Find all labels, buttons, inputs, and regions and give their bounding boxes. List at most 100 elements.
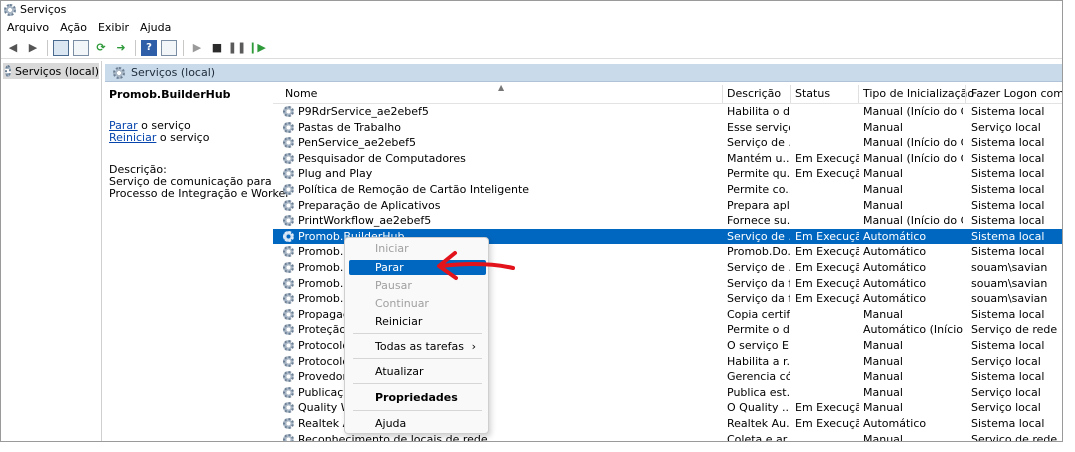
- column-header-status[interactable]: Status: [795, 87, 830, 100]
- service-startup-type-cell: Manual (Início do Ga...: [863, 214, 963, 228]
- submenu-chevron-icon: ›: [471, 340, 476, 353]
- service-gear-icon: [283, 246, 294, 258]
- table-row[interactable]: Política de Remoção de Cartão Inteligent…: [273, 182, 1062, 198]
- menu-item-all-tasks[interactable]: Todas as tarefas ›: [349, 339, 486, 354]
- service-gear-icon: [283, 215, 294, 227]
- back-arrow-icon[interactable]: ◀: [5, 40, 21, 56]
- pause-service-icon[interactable]: ❚❚: [228, 40, 246, 56]
- extended-detail-panel: Promob.BuilderHub Parar o serviço Reinic…: [105, 83, 290, 441]
- service-log-on-as-cell: Serviço de rede: [971, 432, 1058, 442]
- service-startup-type-cell: Manual: [863, 183, 903, 196]
- service-description-cell: Prepara apli...: [727, 198, 790, 212]
- forward-arrow-icon[interactable]: ▶: [25, 40, 41, 56]
- menu-item-restart[interactable]: Reiniciar: [349, 314, 486, 329]
- column-header-description[interactable]: Descrição: [727, 87, 781, 100]
- table-row[interactable]: Pesquisador de Computadores Mantém u... Em…: [273, 151, 1062, 167]
- show-hide-tree-icon[interactable]: [53, 39, 69, 56]
- list-header: ▲ Nome Descrição Status Tipo de Iniciali…: [273, 83, 1062, 104]
- column-divider[interactable]: [790, 85, 791, 103]
- table-row[interactable]: PrintWorkflow_ae2ebef5 Fornece su... Manua…: [273, 213, 1062, 229]
- service-description-cell: Serviço de ...: [727, 229, 790, 243]
- column-header-name[interactable]: Nome: [285, 87, 317, 100]
- table-row[interactable]: Preparação de Aplicativos Prepara apli...…: [273, 198, 1062, 214]
- menu-exibir[interactable]: Exibir: [98, 21, 129, 34]
- service-gear-icon: [283, 293, 294, 305]
- service-log-on-as-cell: Sistema local: [971, 198, 1045, 212]
- service-name-cell: PrintWorkflow_ae2ebef5: [298, 214, 432, 228]
- service-status-cell: Em Execução: [795, 417, 859, 430]
- restart-service-line: Reiniciar o serviço: [109, 132, 267, 144]
- export-list-icon[interactable]: ➜: [113, 40, 129, 56]
- toolbar-separator: [135, 39, 136, 56]
- service-gear-icon: [283, 355, 294, 367]
- show-console-icon[interactable]: [161, 39, 177, 56]
- menu-ajuda[interactable]: Ajuda: [140, 21, 171, 34]
- stop-service-icon[interactable]: ■: [209, 40, 225, 56]
- service-gear-icon: [283, 386, 294, 398]
- column-divider[interactable]: [965, 85, 966, 103]
- service-startup-type-cell: Manual: [863, 167, 903, 181]
- service-description-cell: Serviço de ...: [727, 261, 790, 274]
- column-divider[interactable]: [722, 85, 723, 103]
- toolbar-separator: [47, 39, 48, 56]
- refresh-icon[interactable]: ⟳: [93, 40, 109, 56]
- table-row[interactable]: PenService_ae2ebef5 Serviço de ... Manual …: [273, 135, 1062, 151]
- service-startup-type-cell: Manual: [863, 339, 903, 352]
- service-startup-type-cell: Manual: [863, 120, 903, 134]
- column-header-startup-type[interactable]: Tipo de Inicialização: [863, 87, 974, 100]
- annotation-arrow-icon: [437, 251, 515, 280]
- restart-service-link[interactable]: Reiniciar: [109, 131, 156, 144]
- service-log-on-as-cell: Sistema local: [971, 339, 1045, 352]
- menu-bar: Arquivo Ação Exibir Ajuda: [1, 18, 1062, 36]
- service-description-cell: Promob.Do...: [727, 245, 790, 259]
- help-icon[interactable]: ?: [141, 39, 157, 56]
- menu-item-refresh[interactable]: Atualizar: [349, 364, 486, 379]
- menu-item-help[interactable]: Ajuda: [349, 416, 486, 431]
- service-log-on-as-cell: souam\savian: [971, 292, 1048, 306]
- service-gear-icon: [283, 433, 294, 441]
- service-startup-type-cell: Automático: [863, 292, 927, 306]
- service-startup-type-cell: Automático (Início c...: [863, 323, 963, 337]
- menu-separator: [353, 410, 482, 411]
- service-startup-type-cell: Automático: [863, 261, 927, 274]
- menu-separator: [353, 383, 482, 384]
- service-status-cell: Em Execução: [795, 276, 859, 290]
- service-log-on-as-cell: Serviço local: [971, 401, 1041, 415]
- service-gear-icon: [283, 152, 294, 164]
- table-row[interactable]: Plug and Play Permite qu... Em Execução Man…: [273, 166, 1062, 182]
- menu-separator: [353, 358, 482, 359]
- menu-separator: [353, 333, 482, 334]
- service-description-cell: O Quality ...: [727, 401, 790, 415]
- service-description-cell: Habilita o d...: [727, 105, 790, 118]
- service-startup-type-cell: Manual: [863, 385, 903, 399]
- table-row[interactable]: P9RdrService_ae2ebef5 Habilita o d... Manu…: [273, 104, 1062, 120]
- menu-acao[interactable]: Ação: [60, 21, 87, 34]
- service-status-cell: Em Execução: [795, 229, 859, 243]
- service-log-on-as-cell: souam\savian: [971, 261, 1048, 274]
- service-startup-type-cell: Manual: [863, 401, 903, 415]
- selected-service-name: Promob.BuilderHub: [109, 88, 231, 101]
- service-startup-type-cell: Automático: [863, 229, 927, 243]
- service-gear-icon: [283, 137, 294, 149]
- tree-item-services-local[interactable]: Serviços (local): [3, 63, 99, 79]
- menu-arquivo[interactable]: Arquivo: [7, 21, 49, 34]
- service-log-on-as-cell: souam\savian: [971, 276, 1048, 290]
- restart-service-icon[interactable]: ❙▶: [248, 40, 266, 56]
- table-row[interactable]: Pastas de Trabalho Esse serviço... Manual S…: [273, 120, 1062, 136]
- service-name-cell: Política de Remoção de Cartão Inteligent…: [298, 183, 530, 196]
- service-description-cell: Serviço de ...: [727, 136, 790, 150]
- column-divider[interactable]: [858, 85, 859, 103]
- console-tree: Serviços (local): [1, 61, 102, 441]
- menu-item-properties[interactable]: Propriedades: [349, 390, 486, 405]
- restart-service-suffix: o serviço: [156, 131, 210, 144]
- service-name-cell: P9RdrService_ae2ebef5: [298, 105, 429, 118]
- service-description-cell: Permite qu...: [727, 167, 790, 181]
- pane-header: Serviços (local): [105, 64, 1062, 82]
- service-gear-icon: [283, 262, 294, 273]
- services-gear-icon: [113, 66, 125, 79]
- start-service-icon[interactable]: ▶: [189, 40, 205, 56]
- column-header-log-on-as[interactable]: Fazer Logon como: [971, 87, 1062, 100]
- service-description-cell: Habilita a r...: [727, 354, 790, 368]
- description-text-line-2: Processo de Integração e Worker: [109, 187, 290, 200]
- properties-sheet-icon[interactable]: [73, 39, 89, 56]
